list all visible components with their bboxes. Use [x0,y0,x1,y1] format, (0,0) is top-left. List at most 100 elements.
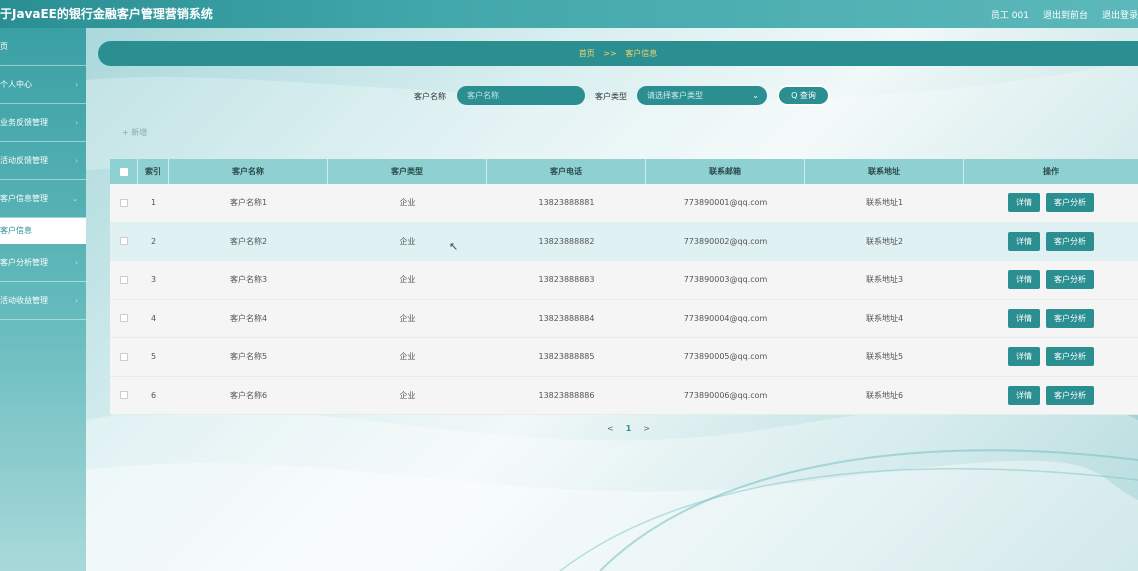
row-actions: 详情 客户分析 [964,300,1138,338]
header-email: 联系邮箱 [646,159,805,184]
row-phone: 13823888884 [538,313,595,323]
row-type: 企业 [399,198,416,208]
analysis-button[interactable]: 客户分析 [1046,308,1094,328]
select-all-checkbox[interactable] [119,167,128,176]
row-checkbox[interactable] [120,237,128,246]
app-title: 于JavaEE的银行金融客户管理营销系统 [0,7,213,21]
row-checkbox[interactable] [120,198,128,207]
row-checkbox[interactable] [120,275,128,284]
sidebar-item-label: 客户信息管理 [0,194,48,203]
table-row[interactable]: 2 客户名称2 企业 13823888882 773890002@qq.com … [110,222,1138,261]
row-name: 客户名称4 [229,313,268,323]
analysis-button[interactable]: 客户分析 [1046,231,1094,251]
chevron-down-icon: ⌄ [752,91,759,100]
row-checkbox[interactable] [120,352,128,361]
detail-button[interactable]: 详情 [1008,193,1040,213]
table-row[interactable]: 5 客户名称5 企业 13823888885 773890005@qq.com … [110,338,1138,377]
row-address: 联系地址3 [865,275,904,285]
to-frontend-link[interactable]: 退出到前台 [1043,8,1088,21]
sidebar-item-label: 活动收益管理 [0,296,48,305]
next-page-button[interactable]: > [640,424,653,433]
header-name: 客户名称 [169,159,328,184]
row-name: 客户名称6 [229,390,268,400]
chevron-right-icon: › [75,258,78,267]
row-phone: 13823888885 [538,352,595,362]
row-actions: 详情 客户分析 [964,377,1138,415]
row-index: 4 [150,313,157,323]
row-email: 773890004@qq.com [683,313,768,323]
pagination: < 1 > [604,424,653,433]
detail-button[interactable]: 详情 [1008,231,1040,251]
top-header: 于JavaEE的银行金融客户管理营销系统 员工 001 退出到前台 退出登录 [0,0,1138,28]
row-checkbox[interactable] [120,314,128,323]
detail-button[interactable]: 详情 [1008,347,1040,367]
breadcrumb-separator: >> [603,49,617,58]
row-index: 6 [150,390,157,400]
prev-page-button[interactable]: < [604,424,617,433]
sidebar-item-home[interactable]: 页 [0,28,86,66]
row-type: 企业 [399,352,416,362]
select-all-cell [110,159,138,184]
sidebar-item-customer-info[interactable]: 客户信息 [0,218,86,244]
header-address: 联系地址 [805,159,964,184]
detail-button[interactable]: 详情 [1008,308,1040,328]
row-email: 773890001@qq.com [683,198,768,208]
table-row[interactable]: 3 客户名称3 企业 13823888883 773890003@qq.com … [110,261,1138,300]
row-phone: 13823888882 [538,236,595,246]
query-button[interactable]: Q 查询 [777,85,830,106]
row-name: 客户名称2 [229,236,268,246]
customer-type-placeholder: 请选择客户类型 [647,91,703,100]
sidebar-item-label: 客户信息 [0,226,32,235]
customer-type-select[interactable]: 请选择客户类型 ⌄ [637,86,767,105]
sidebar-item-label: 业务反馈管理 [0,118,48,127]
search-bar: 客户名称 客户类型 请选择客户类型 ⌄ Q 查询 [0,85,1138,107]
table-row[interactable]: 6 客户名称6 企业 13823888886 773890006@qq.com … [110,376,1138,415]
chevron-down-icon: ⌄ [72,194,78,203]
analysis-button[interactable]: 客户分析 [1046,193,1094,213]
row-email: 773890006@qq.com [683,390,768,400]
row-email: 773890002@qq.com [683,236,768,246]
table-row[interactable]: 1 客户名称1 企业 13823888881 773890001@qq.com … [110,184,1138,223]
sidebar-item-label: 活动反馈管理 [0,156,48,165]
row-address: 联系地址1 [865,198,904,208]
logout-link[interactable]: 退出登录 [1102,8,1138,21]
analysis-button[interactable]: 客户分析 [1046,347,1094,367]
row-type: 企业 [399,275,416,285]
row-address: 联系地址4 [865,313,904,323]
chevron-right-icon: › [75,118,78,127]
breadcrumb-current: 客户信息 [625,49,658,58]
page-number[interactable]: 1 [623,424,635,433]
table-header: 索引 客户名称 客户类型 客户电话 联系邮箱 联系地址 操作 [110,159,1138,184]
customer-name-input[interactable] [457,86,585,105]
sidebar-item-customer-analysis[interactable]: 客户分析管理 › [0,244,86,282]
sidebar-item-activity-feedback[interactable]: 活动反馈管理 › [0,142,86,180]
detail-button[interactable]: 详情 [1008,385,1040,405]
breadcrumb-home[interactable]: 首页 [579,49,595,58]
header-phone: 客户电话 [487,159,646,184]
mouse-cursor-icon: ↖ [449,240,459,253]
chevron-right-icon: › [75,156,78,165]
analysis-button[interactable]: 客户分析 [1046,270,1094,290]
row-name: 客户名称1 [229,198,268,208]
analysis-button[interactable]: 客户分析 [1046,385,1094,405]
row-index: 2 [150,236,157,246]
row-type: 企业 [399,390,416,400]
add-button[interactable]: + 新增 [122,127,147,138]
sidebar-item-business-feedback[interactable]: 业务反馈管理 › [0,104,86,142]
row-type: 企业 [399,313,416,323]
row-select-cell [110,377,138,415]
detail-button[interactable]: 详情 [1008,270,1040,290]
table-row[interactable]: 4 客户名称4 企业 13823888884 773890004@qq.com … [110,299,1138,338]
row-address: 联系地址5 [865,352,904,362]
sidebar-item-customer-info-mgmt[interactable]: 客户信息管理 ⌄ [0,180,86,218]
row-checkbox[interactable] [120,391,128,400]
row-type: 企业 [399,236,416,246]
row-address: 联系地址6 [865,390,904,400]
row-actions: 详情 客户分析 [964,223,1138,261]
sidebar-item-activity-revenue[interactable]: 活动收益管理 › [0,282,86,320]
row-select-cell [110,338,138,376]
row-phone: 13823888881 [538,198,595,208]
customer-table: 索引 客户名称 客户类型 客户电话 联系邮箱 联系地址 操作 1 客户名称1 企… [110,159,1138,415]
row-actions: 详情 客户分析 [964,338,1138,376]
row-actions: 详情 客户分析 [964,184,1138,222]
